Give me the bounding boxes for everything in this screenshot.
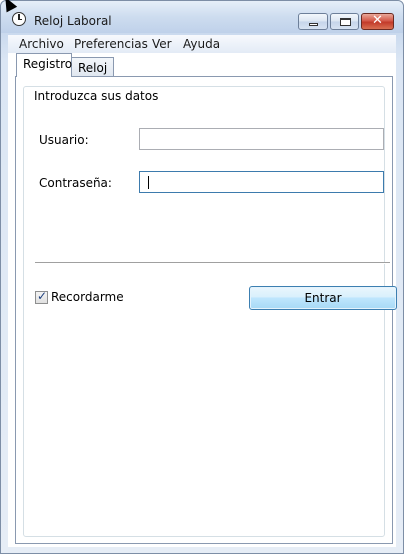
- menu-preferencias[interactable]: Preferencias: [74, 37, 148, 51]
- minimize-button[interactable]: [298, 13, 328, 30]
- enter-button[interactable]: Entrar: [249, 286, 397, 310]
- checkmark-icon: ✓: [37, 289, 48, 303]
- maximize-button[interactable]: [330, 13, 359, 30]
- window-title: Reloj Laboral: [34, 14, 112, 28]
- client-area: Registro Reloj Introduzca sus datos Usua…: [8, 53, 397, 547]
- maximize-icon: [340, 18, 351, 26]
- user-input[interactable]: [139, 128, 384, 150]
- close-button[interactable]: ✕: [361, 13, 394, 30]
- clock-icon[interactable]: [12, 12, 26, 26]
- menu-ayuda[interactable]: Ayuda: [183, 37, 220, 51]
- menu-bar: Archivo Preferencias Ver Ayuda: [8, 35, 396, 53]
- remember-label[interactable]: Recordarme: [51, 290, 124, 304]
- close-icon: ✕: [372, 13, 383, 28]
- menu-archivo[interactable]: Archivo: [19, 37, 64, 51]
- menu-ver[interactable]: Ver: [152, 37, 172, 51]
- minimize-icon: [309, 23, 318, 26]
- tab-panel-registro: Introduzca sus datos Usuario: Contraseña…: [15, 76, 397, 544]
- tab-registro[interactable]: Registro: [16, 53, 72, 77]
- app-window: Reloj Laboral ✕ Archivo Preferencias Ver…: [0, 0, 404, 554]
- user-label: Usuario:: [39, 133, 89, 147]
- password-label: Contraseña:: [39, 176, 112, 190]
- password-input[interactable]: [139, 171, 384, 193]
- tab-reloj[interactable]: Reloj: [71, 57, 114, 77]
- remember-checkbox[interactable]: ✓: [35, 289, 48, 304]
- title-bar[interactable]: Reloj Laboral ✕: [1, 1, 403, 33]
- groupbox-title: Introduzca sus datos: [32, 89, 161, 103]
- login-groupbox: Introduzca sus datos Usuario: Contraseña…: [23, 86, 397, 537]
- text-caret: [148, 176, 149, 189]
- separator: [35, 262, 390, 264]
